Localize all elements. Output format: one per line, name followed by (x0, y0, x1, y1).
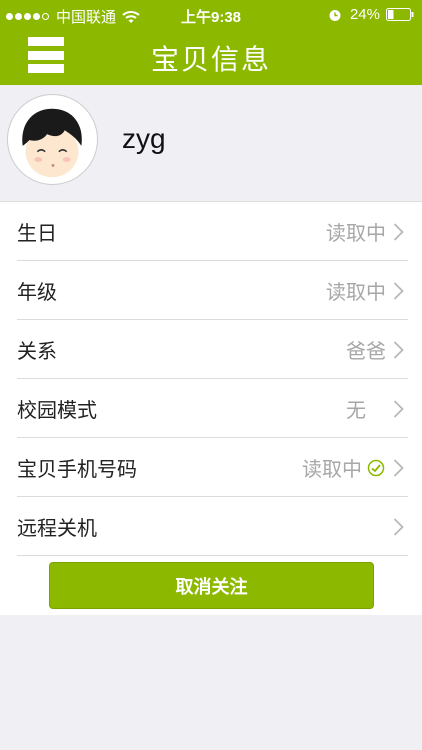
row-label: 校园模式 (17, 398, 97, 422)
row-value: 读取中 (302, 457, 362, 481)
cartoon-boy-avatar-icon (22, 108, 82, 178)
chevron-right-icon (393, 517, 404, 536)
chevron-right-icon (393, 222, 404, 241)
battery-icon (386, 8, 414, 21)
row-value: 读取中 (326, 221, 386, 245)
status-right: 24% (328, 6, 414, 23)
row-value: 读取中 (326, 280, 386, 304)
alarm-clock-icon (329, 9, 341, 21)
row-relation[interactable]: 关系 爸爸 (0, 320, 422, 379)
check-circle-icon (367, 459, 385, 476)
row-label: 生日 (17, 221, 57, 245)
profile-section: zyg (0, 85, 422, 201)
battery-percent: 24% (349, 6, 380, 23)
row-school-mode[interactable]: 校园模式 无 (0, 379, 422, 438)
chevron-right-icon (393, 458, 404, 477)
chevron-right-icon (393, 281, 404, 300)
info-list: 生日 读取中 年级 读取中 关系 爸爸 校园模式 无 宝贝手机号码 读取中 远程… (0, 201, 422, 615)
row-label: 关系 (17, 339, 57, 363)
avatar[interactable] (7, 94, 98, 185)
divider (17, 555, 408, 556)
row-value: 爸爸 (346, 339, 386, 363)
chevron-right-icon (393, 399, 404, 418)
page-title: 宝贝信息 (150, 43, 271, 76)
nav-bar: 宝贝信息 (0, 30, 422, 85)
profile-name: zyg (122, 123, 166, 154)
row-remote-shutdown[interactable]: 远程关机 (0, 497, 422, 556)
row-value: 无 (346, 398, 366, 422)
status-bar: 中国联通 上午9:38 24% (0, 0, 422, 30)
chevron-right-icon (393, 340, 404, 359)
row-label: 宝贝手机号码 (17, 457, 137, 481)
row-birthday[interactable]: 生日 读取中 (0, 202, 422, 261)
row-grade[interactable]: 年级 读取中 (0, 261, 422, 320)
row-label: 年级 (17, 280, 57, 304)
cancel-follow-button[interactable]: 取消关注 (49, 562, 374, 609)
row-baby-phone[interactable]: 宝贝手机号码 读取中 (0, 438, 422, 497)
row-label: 远程关机 (17, 516, 97, 540)
